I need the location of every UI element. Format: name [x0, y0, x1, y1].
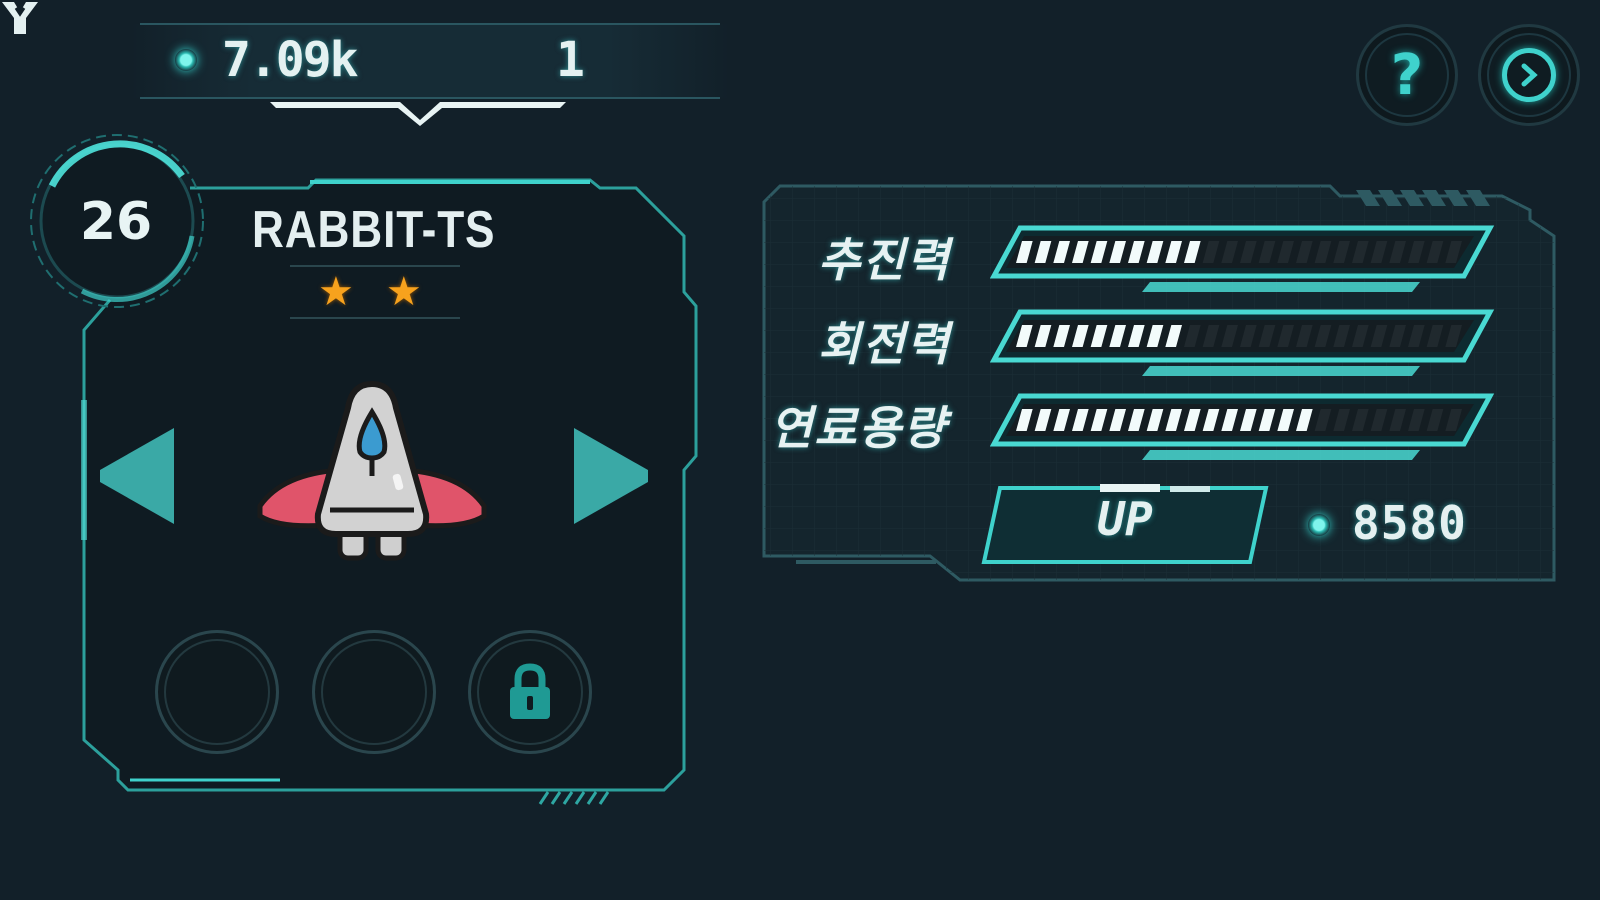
stat-label-turn: 회전력: [818, 317, 951, 371]
stat-bar-underline: [1142, 366, 1420, 376]
equipment-slot-1[interactable]: [155, 630, 279, 754]
upgrade-cost: 8580: [1352, 496, 1467, 550]
upgrade-button-label: UP: [1097, 492, 1153, 546]
equipment-slot-2[interactable]: [312, 630, 436, 754]
stat-bar-fuel: [990, 393, 1495, 460]
lock-icon: [510, 663, 550, 719]
coin-icon: [1308, 514, 1330, 536]
stat-bar-thrust: [990, 225, 1495, 292]
stat-bar-underline: [1142, 450, 1420, 460]
stat-bar-turn: [990, 309, 1495, 376]
equipment-slot-locked[interactable]: [468, 630, 592, 754]
stat-label-fuel: 연료용량: [770, 401, 948, 455]
upgrade-button[interactable]: UP: [980, 484, 1270, 566]
stat-bar-underline: [1142, 282, 1420, 292]
stat-label-thrust: 추진력: [818, 233, 951, 287]
